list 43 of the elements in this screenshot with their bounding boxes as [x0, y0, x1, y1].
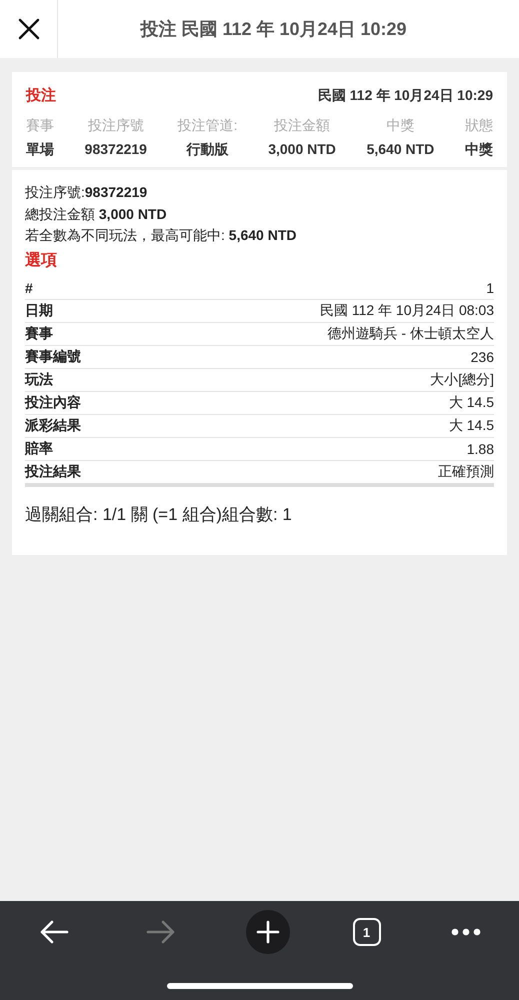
column-value: 5,640 NTD [366, 141, 434, 157]
tab-count-button[interactable]: 1 [352, 918, 380, 946]
detail-line: 總投注金額 3,000 NTD [25, 204, 168, 224]
row-value: 236 [470, 348, 494, 364]
row-label: # [25, 280, 33, 296]
row-value: 正確預測 [438, 462, 494, 480]
detail-line: 若全數為不同玩法，最高可能中: 5,640 NTD [25, 226, 298, 245]
row-label: 派彩結果 [25, 416, 81, 434]
column-heading: 投注管道: [178, 117, 238, 135]
combination-text: 過關組合: 1/1 關 (=1 組合)組合數: 1 [25, 504, 293, 526]
column-value: 3,000 NTD [268, 141, 336, 157]
row-value: 大 14.5 [448, 416, 494, 434]
row-label: 賽事 [25, 324, 53, 342]
row-label: 賠率 [25, 440, 53, 458]
row-value: 1.88 [466, 440, 494, 456]
row-label: 賽事編號 [25, 348, 81, 366]
close-icon [18, 18, 40, 40]
plus-icon [256, 920, 280, 944]
column-value: 行動版 [186, 141, 229, 159]
row-label: 日期 [25, 302, 53, 320]
more-icon [450, 928, 480, 936]
row-value: 德州遊騎兵 - 休士頓太空人 [328, 324, 494, 342]
row-value: 大小[總分] [430, 370, 494, 388]
bet-datetime: 民國 112 年 10月24日 10:29 [318, 86, 493, 104]
new-tab-button[interactable] [246, 910, 290, 954]
row-label: 投注結果 [25, 462, 81, 480]
bet-label: 投注 [26, 86, 56, 105]
column-heading: 投注序號 [88, 117, 144, 135]
column-heading: 投注金額 [274, 117, 330, 135]
row-value: 1 [486, 280, 494, 296]
column-value: 中獎 [464, 141, 493, 159]
row-value: 大 14.5 [448, 394, 494, 412]
column-value: 98372219 [84, 141, 147, 157]
detail-line: 投注序號:98372219 [25, 183, 148, 202]
section-title: 選項 [25, 250, 58, 270]
row-label: 玩法 [25, 370, 53, 388]
column-heading: 賽事 [26, 117, 54, 135]
column-value: 單場 [26, 141, 54, 159]
column-heading: 中獎 [386, 117, 414, 135]
row-value: 民國 112 年 10月24日 08:03 [320, 302, 494, 320]
column-heading: 狀態 [464, 117, 493, 135]
page-title: 投注 民國 112 年 10月24日 10:29 [139, 18, 408, 41]
row-label: 投注內容 [25, 394, 81, 412]
